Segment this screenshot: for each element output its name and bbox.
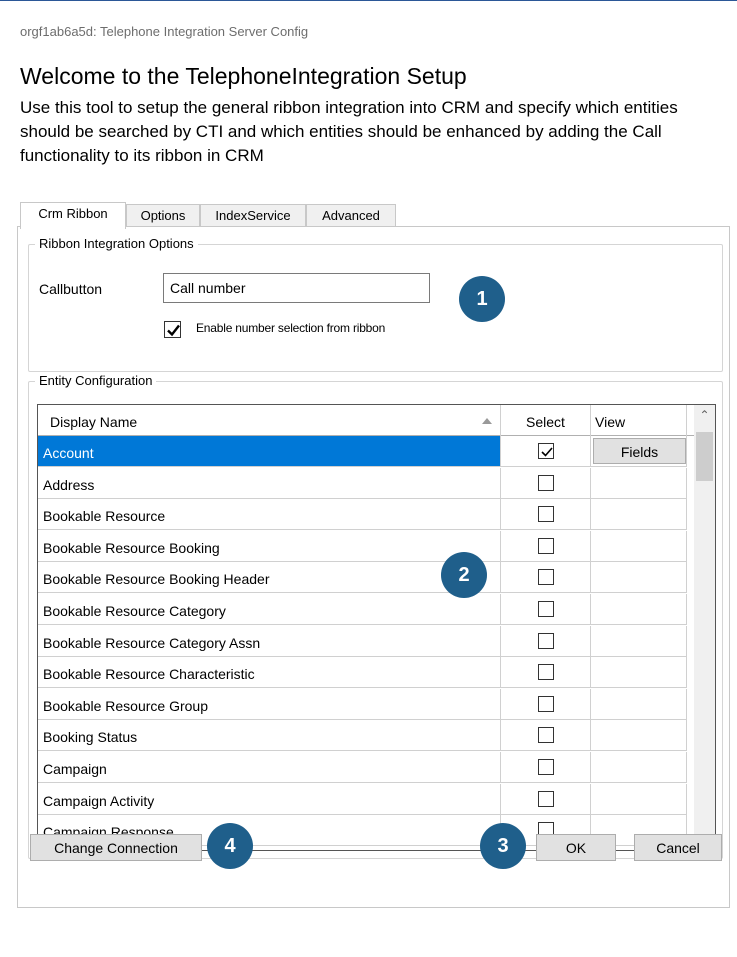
entity-name-cell[interactable]: Address (38, 467, 501, 499)
tab-options[interactable]: Options (126, 204, 200, 227)
select-cell (501, 657, 591, 689)
entity-name-cell[interactable]: Bookable Resource Booking Header (38, 562, 501, 594)
window-title: orgf1ab6a5d: Telephone Integration Serve… (20, 24, 309, 39)
view-cell (591, 720, 687, 752)
callbutton-input[interactable] (163, 273, 430, 303)
select-cell (501, 436, 591, 467)
table-row[interactable]: Campaign Activity (38, 783, 694, 815)
entity-name-cell[interactable]: Campaign (38, 752, 501, 783)
view-cell (591, 594, 687, 625)
view-cell (591, 562, 687, 594)
select-cell (501, 594, 591, 625)
ok-button[interactable]: OK (536, 834, 616, 861)
select-checkbox[interactable] (538, 632, 554, 649)
view-cell (591, 625, 687, 657)
table-row[interactable]: Bookable Resource (38, 499, 694, 531)
select-checkbox[interactable] (538, 727, 554, 744)
entity-name-cell[interactable]: Bookable Resource Category (38, 594, 501, 625)
view-cell (591, 499, 687, 531)
entity-configuration-label: Entity Configuration (35, 373, 157, 388)
select-checkbox[interactable] (538, 759, 554, 775)
select-cell (501, 688, 591, 720)
select-checkbox[interactable] (538, 443, 554, 459)
view-cell (591, 657, 687, 689)
tab-advanced[interactable]: Advanced (306, 204, 396, 227)
fields-button[interactable]: Fields (593, 438, 686, 464)
callout-badge-3: 3 (480, 823, 526, 869)
select-checkbox[interactable] (538, 601, 554, 617)
column-header-select[interactable]: Select (501, 405, 591, 436)
select-cell (501, 783, 591, 815)
entity-name-cell[interactable]: Bookable Resource Characteristic (38, 657, 501, 689)
select-checkbox[interactable] (538, 569, 554, 586)
callout-badge-2: 2 (441, 552, 487, 598)
select-cell (501, 499, 591, 531)
table-row[interactable]: Booking Status (38, 720, 694, 752)
entity-name-cell[interactable]: Booking Status (38, 720, 501, 752)
entity-name-cell[interactable]: Account (38, 436, 501, 467)
grid-scrollbar[interactable]: ⌃ ⌄ (694, 405, 715, 850)
select-checkbox[interactable] (538, 506, 554, 523)
table-row[interactable]: Campaign (38, 752, 694, 783)
enable-selection-checkbox[interactable] (164, 321, 181, 338)
cancel-button[interactable]: Cancel (634, 834, 722, 861)
select-checkbox[interactable] (538, 474, 554, 491)
page-title: Welcome to the TelephoneIntegration Setu… (20, 63, 467, 89)
table-row[interactable]: Account Fields (38, 436, 694, 467)
entity-name-cell[interactable]: Campaign Activity (38, 783, 501, 815)
view-cell (591, 467, 687, 499)
checkmark-icon (541, 447, 553, 457)
callout-badge-1: 1 (459, 276, 505, 322)
enable-selection-label: Enable number selection from ribbon (196, 321, 386, 335)
table-row[interactable]: Bookable Resource Category Assn (38, 625, 694, 657)
select-checkbox[interactable] (538, 790, 554, 807)
tab-indexservice[interactable]: IndexService (200, 204, 306, 227)
select-cell (501, 530, 591, 562)
grid-header: Display Name Select View (38, 405, 694, 436)
table-row[interactable]: Address (38, 467, 694, 499)
view-cell (591, 752, 687, 783)
column-header-view[interactable]: View (591, 405, 687, 436)
select-cell (501, 562, 591, 594)
table-row[interactable]: Bookable Resource Characteristic (38, 657, 694, 689)
page-description: Use this tool to setup the general ribbo… (20, 98, 678, 165)
view-cell (591, 530, 687, 562)
ribbon-integration-options-label: Ribbon Integration Options (35, 236, 198, 251)
view-cell (591, 783, 687, 815)
select-cell (501, 752, 591, 783)
table-row[interactable]: Bookable Resource Booking Header (38, 562, 694, 594)
entity-name-cell[interactable]: Bookable Resource (38, 499, 501, 531)
select-cell (501, 467, 591, 499)
scroll-up-icon[interactable]: ⌃ (694, 405, 715, 426)
entity-name-cell[interactable]: Bookable Resource Category Assn (38, 625, 501, 657)
select-checkbox[interactable] (538, 664, 554, 681)
window-top-border (0, 0, 737, 1)
scroll-thumb[interactable] (696, 432, 713, 481)
view-cell (591, 688, 687, 720)
entity-name-cell[interactable]: Bookable Resource Group (38, 688, 501, 720)
select-cell (501, 720, 591, 752)
change-connection-button[interactable]: Change Connection (30, 834, 202, 861)
callout-badge-4: 4 (207, 823, 253, 869)
entity-grid[interactable]: Display Name Select View Account Fields Ad… (37, 404, 716, 851)
table-row[interactable]: Bookable Resource Group (38, 688, 694, 720)
ribbon-integration-options-group: Ribbon Integration Options (28, 236, 723, 372)
view-cell: Fields (591, 436, 687, 467)
table-row[interactable]: Bookable Resource Booking (38, 530, 694, 562)
column-header-display-name[interactable]: Display Name (38, 405, 501, 436)
entity-name-cell[interactable]: Bookable Resource Booking (38, 530, 501, 562)
callbutton-label: Callbutton (39, 281, 103, 297)
select-checkbox[interactable] (538, 537, 554, 554)
checkmark-icon (167, 324, 180, 337)
tab-crm-ribbon[interactable]: Crm Ribbon (20, 202, 126, 229)
select-checkbox[interactable] (538, 695, 554, 712)
select-cell (501, 625, 591, 657)
sort-ascending-icon (482, 418, 492, 424)
table-row[interactable]: Bookable Resource Category (38, 594, 694, 625)
